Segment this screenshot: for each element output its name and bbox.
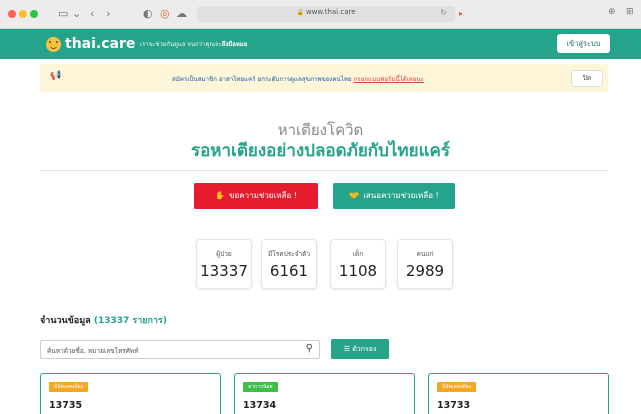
shield-icon[interactable]: ◐: [143, 6, 153, 22]
login-button[interactable]: เข้าสู่ระบบ: [557, 34, 610, 53]
search-placeholder: ค้นหาด้วยชื่อ, หมายเลขโทรศัพท์: [47, 347, 139, 355]
status-badge: มีอัพเดทเตียง: [49, 382, 89, 392]
stat-value: 13337: [200, 262, 248, 280]
close-notice-button[interactable]: ปิด: [571, 70, 603, 87]
url-text: www.thai.care: [305, 8, 356, 16]
lock-icon: 🔒: [296, 9, 304, 16]
sidebar-icon[interactable]: ▭: [58, 6, 68, 22]
stat-card-children: เด็ก 1108: [330, 239, 386, 289]
request-help-button[interactable]: ✋ ขอความช่วยเหลือ !: [194, 183, 318, 209]
divider: [40, 170, 608, 171]
patient-card[interactable]: อาการน้อย 13734: [234, 373, 415, 414]
status-badge: มีอัพเดทเตียง: [437, 382, 477, 392]
reload-icon[interactable]: ↻: [440, 8, 447, 17]
logo-text: thai.care: [65, 36, 136, 52]
page-subtitle: รอหาเตียงอย่างปลอดภัยกับไทยแคร์: [190, 141, 451, 161]
notice-link[interactable]: กรอกแบบฟอร์มนี้ได้เลยนะ: [354, 76, 424, 83]
patient-id: 13734: [243, 400, 277, 411]
record-count: จำนวนข้อมูล (13337 รายการ): [40, 316, 167, 326]
stat-label: มีโรคประจำตัว: [267, 250, 311, 258]
handshake-icon: 🤝: [349, 191, 360, 200]
stat-value: 6161: [269, 262, 309, 280]
patient-id: 13735: [49, 400, 83, 411]
status-badge: อาการน้อย: [243, 382, 278, 392]
close-window-button[interactable]: [8, 10, 16, 18]
download-icon[interactable]: ⊕: [608, 7, 616, 17]
offer-help-button[interactable]: 🤝 เสนอความช่วยเหลือ !: [333, 183, 455, 209]
stat-value: 1108: [338, 262, 378, 280]
grid-icon[interactable]: ⊞: [626, 7, 634, 17]
patient-card[interactable]: มีอัพเดทเตียง 13733: [428, 373, 609, 414]
search-input[interactable]: ค้นหาด้วยชื่อ, หมายเลขโทรศัพท์ ⚲: [40, 340, 320, 359]
stat-card-elderly: คนแก่ 2989: [397, 239, 453, 289]
notice-banner: 📢 สมัครเป็นสมาชิก อาสาไทยแคร์ ยกระดับการ…: [40, 64, 608, 92]
megaphone-icon: 📢: [50, 71, 62, 81]
patient-id: 13733: [437, 400, 471, 411]
stat-card-patients: ผู้ป่วย 13337: [196, 239, 252, 289]
stat-value: 2989: [405, 262, 445, 280]
stat-label: เด็ก: [352, 250, 364, 258]
stat-card-chronic: มีโรคประจำตัว 6161: [261, 239, 317, 289]
patient-card[interactable]: มีอัพเดทเตียง 13735: [40, 373, 221, 414]
stat-label: คนแก่: [416, 250, 434, 258]
hand-icon: ✋: [215, 191, 225, 200]
tagline: เราจะช่วยกันดูแล จนกว่าคุณจะถึงมือหมอ: [140, 41, 248, 48]
logo[interactable]: thai.care: [46, 34, 135, 54]
browser-toolbar: ▭ ⌄ ‹ › ◐ ◎ ☁ 🔒 www.thai.care ↻ ▸ ⊕ ⊞: [0, 0, 641, 29]
stat-label: ผู้ป่วย: [216, 250, 232, 258]
back-icon[interactable]: ‹: [90, 6, 94, 22]
filter-button[interactable]: ☰ ตัวกรอง: [331, 339, 389, 359]
forward-icon[interactable]: ›: [106, 6, 110, 22]
maximize-window-button[interactable]: [30, 10, 38, 18]
minimize-window-button[interactable]: [19, 10, 27, 18]
play-icon[interactable]: ▸: [459, 6, 463, 22]
address-bar[interactable]: 🔒 www.thai.care ↻: [197, 6, 455, 22]
extension-icon[interactable]: ◎: [160, 6, 170, 22]
notice-text: สมัครเป็นสมาชิก อาสาไทยแคร์ ยกระดับการดู…: [172, 76, 424, 83]
search-icon[interactable]: ⚲: [306, 343, 313, 354]
chevron-down-icon[interactable]: ⌄: [72, 6, 81, 22]
cloud-icon[interactable]: ☁: [176, 6, 187, 22]
site-header: thai.care เราจะช่วยกันดูแล จนกว่าคุณจะถึ…: [0, 29, 641, 59]
filter-icon: ☰: [343, 345, 350, 353]
smile-logo-icon: [46, 36, 61, 52]
